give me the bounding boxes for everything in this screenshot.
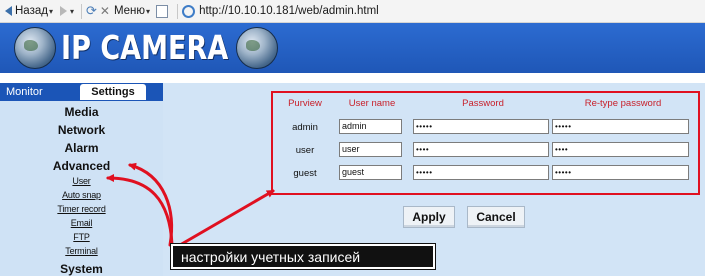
address-field[interactable]: http://10.10.10.181/web/admin.html: [199, 5, 379, 17]
sidebar-item-advanced[interactable]: Advanced: [0, 159, 163, 173]
apply-button[interactable]: Apply: [403, 206, 455, 228]
sidebar-subitem-auto-snap[interactable]: Auto snap: [0, 190, 163, 200]
header-banner: IP CAMERA: [0, 23, 705, 73]
sidebar-item-network[interactable]: Network: [0, 123, 163, 137]
chevron-down-icon[interactable]: ▾: [70, 7, 74, 16]
annotation-callout: настройки учетных записей: [170, 243, 436, 270]
sidebar: Monitor Settings Media Network Alarm Adv…: [0, 83, 163, 276]
sidebar-subitem-timer-record[interactable]: Timer record: [0, 204, 163, 214]
back-arrow-icon: [5, 6, 12, 16]
brand-logo-text: IP CAMERA: [61, 28, 229, 67]
page-icon[interactable]: [156, 4, 169, 18]
sidebar-item-alarm[interactable]: Alarm: [0, 141, 163, 155]
sidebar-subitem-terminal[interactable]: Terminal: [0, 246, 163, 256]
globe-icon: [236, 27, 278, 69]
globe-icon: [14, 27, 56, 69]
back-label: Назад: [15, 5, 48, 17]
forward-button[interactable]: ▾: [56, 0, 77, 23]
menu-label: Меню: [113, 5, 146, 17]
sidebar-subitem-email[interactable]: Email: [0, 218, 163, 228]
menu-button[interactable]: Меню ▾: [114, 0, 153, 23]
stop-icon[interactable]: ✕: [100, 0, 110, 23]
annotation-text: настройки учетных записей: [181, 249, 361, 265]
sidebar-item-system[interactable]: System: [0, 262, 163, 276]
browser-toolbar: Назад ▾ ▾ ⟳ ✕ Меню ▾ http://10.10.10.181…: [0, 0, 705, 23]
tab-monitor[interactable]: Monitor: [6, 84, 68, 100]
toolbar-divider: [177, 3, 179, 19]
sidebar-subitem-ftp[interactable]: FTP: [0, 232, 163, 242]
forward-arrow-icon: [59, 6, 67, 16]
sidebar-item-media[interactable]: Media: [0, 105, 163, 119]
refresh-icon[interactable]: ⟳: [86, 0, 97, 23]
back-button[interactable]: Назад ▾: [0, 0, 56, 23]
browser-globe-icon: [182, 4, 196, 18]
cancel-button[interactable]: Cancel: [467, 206, 525, 228]
sidebar-subitem-user[interactable]: User: [0, 176, 163, 186]
toolbar-divider: [80, 3, 82, 19]
highlight-frame: [271, 91, 700, 195]
sidebar-tabs: Monitor Settings: [0, 83, 163, 101]
chevron-down-icon[interactable]: ▾: [49, 7, 53, 16]
tab-settings[interactable]: Settings: [80, 84, 146, 100]
chevron-down-icon[interactable]: ▾: [146, 7, 150, 16]
